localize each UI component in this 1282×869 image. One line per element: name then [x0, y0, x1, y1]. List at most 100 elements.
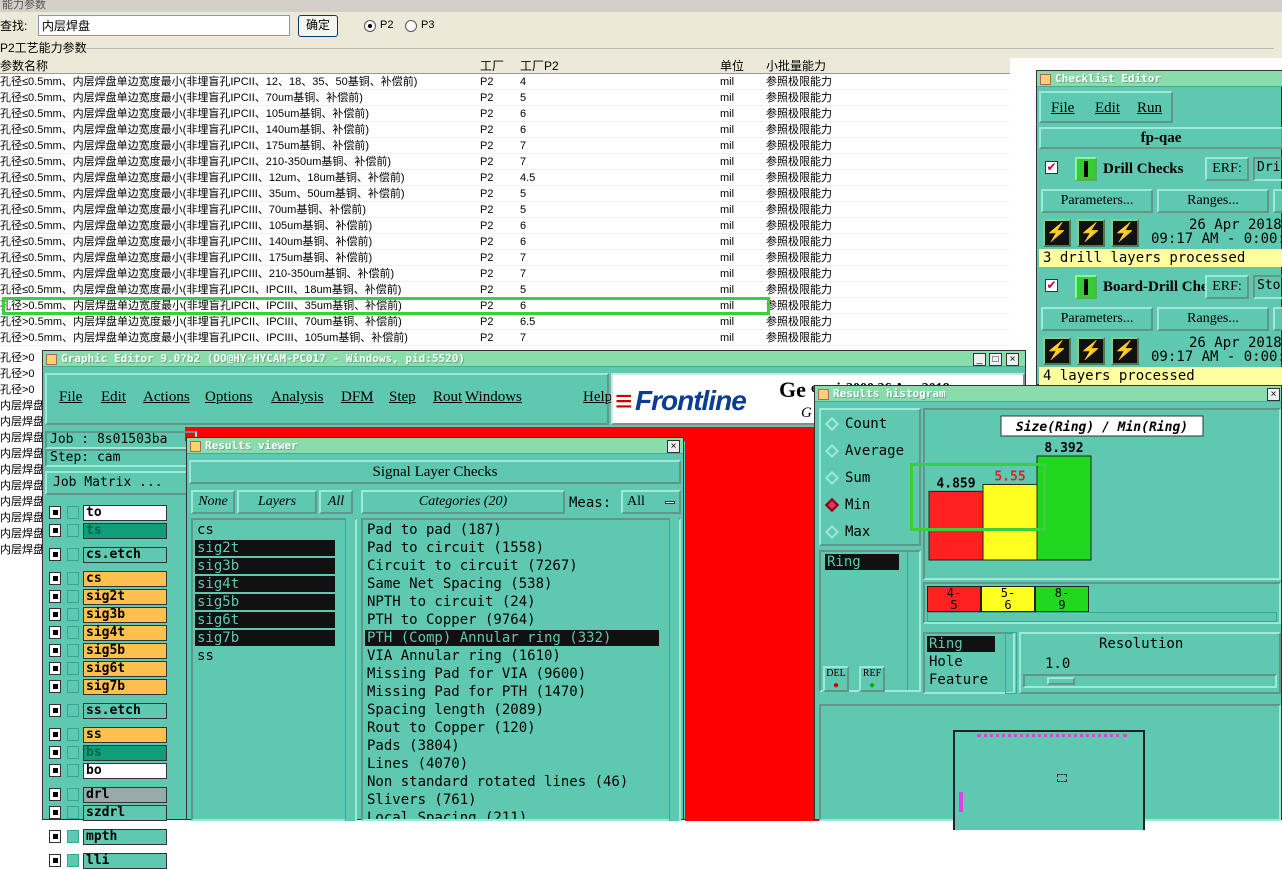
- sort-item[interactable]: Hole: [927, 654, 995, 670]
- close-icon[interactable]: [46, 354, 57, 365]
- layer-row[interactable]: bs: [49, 745, 167, 761]
- layer-name[interactable]: sig2t: [83, 589, 167, 605]
- layer-checkbox[interactable]: [49, 728, 61, 741]
- erf-button[interactable]: ERF:: [1205, 275, 1249, 299]
- table-row[interactable]: 孔径≤0.5mm、内层焊盘单边宽度最小(非埋盲孔IPCIII、175um基铜、补…: [0, 250, 1036, 266]
- menu-file[interactable]: File: [1051, 100, 1074, 117]
- results-viewer-title[interactable]: Results viewer: [187, 438, 683, 454]
- check-enabled-checkbox[interactable]: ✔: [1045, 161, 1058, 174]
- layer-item[interactable]: sig2t: [195, 540, 335, 556]
- layer-row[interactable]: sig4t: [49, 625, 167, 641]
- stop-icon[interactable]: ⚡: [1111, 337, 1139, 365]
- layer-checkbox[interactable]: [49, 608, 61, 621]
- layer-checkbox[interactable]: [49, 506, 61, 519]
- category-item[interactable]: Rout to Copper (120): [365, 720, 659, 736]
- menu-item[interactable]: Actions: [143, 389, 190, 406]
- category-item[interactable]: Same Net Spacing (538): [365, 576, 659, 592]
- measure-item[interactable]: Ring: [825, 554, 899, 570]
- category-item[interactable]: Pads (3804): [365, 738, 659, 754]
- table-row[interactable]: 孔径>0.5mm、内层焊盘单边宽度最小(非埋盲孔IPCII、IPCIII、105…: [0, 330, 1036, 346]
- parameters-button[interactable]: Parameters...: [1041, 189, 1153, 213]
- erf-button[interactable]: ERF:: [1205, 157, 1249, 181]
- checklist-title[interactable]: Checklist Editor: [1037, 71, 1282, 87]
- check-enabled-checkbox[interactable]: ✔: [1045, 279, 1058, 292]
- close-icon[interactable]: [1040, 74, 1051, 85]
- layer-name[interactable]: ts: [83, 523, 167, 539]
- close-icon[interactable]: [190, 441, 201, 452]
- layer-row[interactable]: lli: [49, 853, 167, 869]
- category-item[interactable]: Lines (4070): [365, 756, 659, 772]
- menu-edit[interactable]: Edit: [1095, 100, 1120, 117]
- measure-scrollbar[interactable]: [907, 552, 919, 690]
- run-icon[interactable]: ⚡: [1043, 337, 1071, 365]
- layer-item[interactable]: sig7b: [195, 630, 335, 646]
- layer-item[interactable]: sig4t: [195, 576, 335, 592]
- layer-row[interactable]: sig2t: [49, 589, 167, 605]
- menu-item[interactable]: Analysis: [271, 389, 324, 406]
- layer-checkbox[interactable]: [49, 746, 61, 759]
- table-row[interactable]: 孔径>0.5mm、内层焊盘单边宽度最小(非埋盲孔IPCII、IPCIII、70u…: [0, 314, 1036, 330]
- layer-checkbox[interactable]: [49, 704, 61, 717]
- table-row[interactable]: 孔径≤0.5mm、内层焊盘单边宽度最小(非埋盲孔IPCII、70um基铜、补偿前…: [0, 90, 1036, 106]
- categories-scrollbar[interactable]: [669, 518, 679, 821]
- run-all-icon[interactable]: ⚡: [1077, 337, 1105, 365]
- confirm-button[interactable]: 确定: [298, 15, 338, 37]
- layer-checkbox[interactable]: [49, 806, 61, 819]
- del-button[interactable]: DEL ●: [823, 666, 849, 692]
- horizontal-scrollbar[interactable]: [927, 612, 1277, 622]
- layer-checkbox[interactable]: [49, 590, 61, 603]
- layer-checkbox[interactable]: [49, 524, 61, 537]
- layer-checkbox[interactable]: [49, 854, 61, 867]
- menu-item[interactable]: Rout: [433, 389, 462, 406]
- category-item[interactable]: Missing Pad for PTH (1470): [365, 684, 659, 700]
- category-item[interactable]: Missing Pad for VIA (9600): [365, 666, 659, 682]
- stop-icon[interactable]: ⚡: [1111, 219, 1139, 247]
- menu-run[interactable]: Run: [1137, 100, 1162, 117]
- job-matrix-button[interactable]: Job Matrix ...: [45, 471, 197, 495]
- menu-item[interactable]: Windows: [465, 389, 522, 406]
- layer-name[interactable]: bs: [83, 745, 167, 761]
- layer-name[interactable]: sig3b: [83, 607, 167, 623]
- none-button[interactable]: None: [191, 490, 235, 514]
- layer-name[interactable]: lli: [83, 853, 167, 869]
- layer-row[interactable]: ss: [49, 727, 167, 743]
- category-item[interactable]: VIA Annular ring (1610): [365, 648, 659, 664]
- menu-item[interactable]: File: [59, 389, 82, 406]
- table-row[interactable]: 孔径≤0.5mm、内层焊盘单边宽度最小(非埋盲孔IPCII、210-350um基…: [0, 154, 1036, 170]
- col-header[interactable]: 单位: [720, 58, 760, 74]
- col-header[interactable]: 小批量能力: [766, 58, 966, 74]
- menu-item[interactable]: Step: [389, 389, 416, 406]
- measure-radio[interactable]: Sum: [824, 470, 917, 488]
- sort-item[interactable]: Ring: [927, 636, 995, 652]
- layer-name[interactable]: szdrl: [83, 805, 167, 821]
- layer-item[interactable]: ss: [195, 648, 335, 664]
- parameters-button[interactable]: Parameters...: [1041, 307, 1153, 331]
- layer-name[interactable]: ss.etch: [83, 703, 167, 719]
- graphics-canvas-left[interactable]: [685, 427, 813, 821]
- all-button[interactable]: All: [319, 490, 353, 514]
- table-row[interactable]: 孔径≤0.5mm、内层焊盘单边宽度最小(非埋盲孔IPCIII、12um、18um…: [0, 170, 1036, 186]
- search-input[interactable]: [38, 15, 290, 36]
- layer-row[interactable]: to: [49, 505, 167, 521]
- category-item[interactable]: Circuit to circuit (7267): [365, 558, 659, 574]
- layer-row[interactable]: sig6t: [49, 661, 167, 677]
- layers-scrollbar[interactable]: [345, 518, 355, 821]
- graphic-editor-title[interactable]: Graphic Editor 9.0?b2 (OO@HY-HYCAM-PC017…: [43, 351, 1025, 367]
- layer-item[interactable]: sig5b: [195, 594, 335, 610]
- layer-checkbox[interactable]: [49, 662, 61, 675]
- ranges-button[interactable]: Ranges...: [1157, 307, 1269, 331]
- run-all-icon[interactable]: ⚡: [1077, 219, 1105, 247]
- measure-radio[interactable]: Count: [824, 416, 917, 434]
- layer-checkbox[interactable]: [49, 764, 61, 777]
- layer-checkbox[interactable]: [49, 680, 61, 693]
- meas-select[interactable]: All: [621, 490, 681, 514]
- layer-checkbox[interactable]: [49, 830, 61, 843]
- table-row[interactable]: 孔径≤0.5mm、内层焊盘单边宽度最小(非埋盲孔IPCIII、210-350um…: [0, 266, 1036, 282]
- radio-p2[interactable]: [364, 20, 376, 32]
- menu-item[interactable]: Edit: [101, 389, 126, 406]
- close-x-icon[interactable]: ×: [667, 440, 680, 453]
- close-icon[interactable]: [818, 389, 829, 400]
- more-button[interactable]: [1273, 307, 1282, 331]
- layer-name[interactable]: drl: [83, 787, 167, 803]
- table-row[interactable]: 孔径≤0.5mm、内层焊盘单边宽度最小(非埋盲孔IPCIII、140um基铜、补…: [0, 234, 1036, 250]
